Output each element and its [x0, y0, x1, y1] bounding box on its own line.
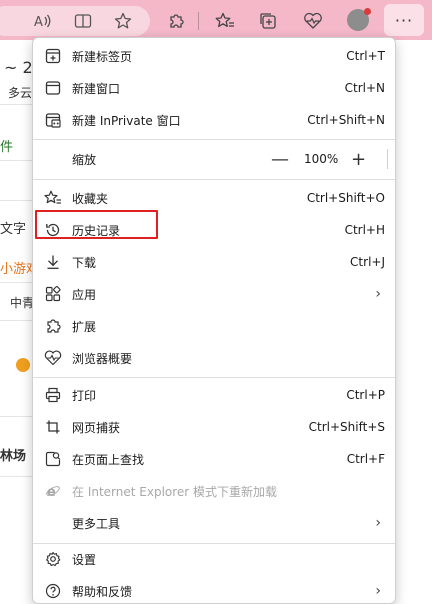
menu-item-new-inprivate-window[interactable]: 新建 InPrivate 窗口 Ctrl+Shift+N	[33, 104, 395, 136]
menu-item-label: 在页面上查找	[72, 452, 145, 467]
menu-separator	[33, 179, 395, 180]
favorite-star-icon[interactable]	[110, 8, 136, 34]
menu-item-shortcut: Ctrl+P	[346, 388, 385, 402]
menu-item-label: 新建窗口	[72, 81, 121, 96]
new-tab-icon	[44, 47, 62, 65]
chevron-right-icon: ›	[375, 286, 381, 302]
ie-mode-icon: e	[44, 482, 62, 500]
chevron-right-icon: ›	[375, 515, 381, 531]
divider	[0, 282, 36, 283]
inprivate-icon	[44, 111, 62, 129]
menu-item-apps[interactable]: 应用 ›	[33, 278, 395, 310]
menu-item-shortcut: Ctrl+J	[350, 255, 385, 269]
favorites-icon	[44, 189, 62, 207]
profile-icon[interactable]	[347, 8, 371, 31]
divider	[0, 476, 36, 477]
more-icon[interactable]: ···	[384, 4, 424, 36]
weather-desc: 多云	[8, 86, 33, 100]
menu-item-shortcut: Ctrl+F	[346, 452, 385, 466]
extensions-icon[interactable]	[163, 8, 189, 34]
divider	[0, 160, 36, 161]
news-fragment[interactable]: 中青	[10, 294, 34, 311]
menu-item-shortcut: Ctrl+Shift+N	[307, 113, 385, 127]
menu-item-favorites[interactable]: 收藏夹 Ctrl+Shift+O	[33, 182, 395, 214]
menu-item-more-tools[interactable]: 更多工具 ›	[33, 507, 395, 539]
menu-item-label: 帮助和反馈	[72, 584, 133, 599]
settings-menu: 新建标签页 Ctrl+T 新建窗口 Ctrl+N 新建 InPrivate 窗口…	[32, 37, 396, 604]
divider	[0, 104, 36, 105]
zoom-in-button[interactable]: +	[351, 149, 366, 170]
favorites-icon[interactable]	[212, 8, 238, 34]
svg-text:A: A	[34, 15, 43, 29]
menu-item-extensions[interactable]: 扩展	[33, 310, 395, 342]
history-icon	[44, 221, 62, 239]
menu-item-label: 更多工具	[72, 516, 121, 531]
settings-icon	[44, 550, 62, 568]
zoom-level: 100%	[304, 152, 339, 166]
menu-item-label: 新建标签页	[72, 49, 133, 64]
menu-item-shortcut: Ctrl+Shift+O	[306, 191, 385, 205]
download-icon	[44, 253, 62, 271]
menu-item-label: 收藏夹	[72, 191, 109, 206]
divider	[0, 416, 36, 417]
menu-item-label: 扩展	[72, 319, 97, 334]
menu-item-zoom: 缩放 — 100% +	[33, 143, 395, 175]
text-fragment[interactable]: 文字	[0, 218, 26, 237]
chevron-right-icon: ›	[375, 583, 381, 599]
browser-toolbar: A ···	[0, 0, 432, 40]
game-logo-icon	[16, 358, 30, 372]
menu-item-label: 浏览器概要	[72, 351, 133, 366]
help-icon	[44, 582, 62, 600]
browser-essentials-icon	[44, 349, 62, 367]
menu-item-find-on-page[interactable]: 在页面上查找 Ctrl+F	[33, 443, 395, 475]
zoom-divider	[387, 149, 388, 169]
menu-item-shortcut: Ctrl+N	[344, 81, 385, 95]
menu-item-print[interactable]: 打印 Ctrl+P	[33, 379, 395, 411]
menu-item-label: 历史记录	[72, 223, 121, 238]
menu-item-history[interactable]: 历史记录 Ctrl+H	[33, 214, 395, 246]
print-icon	[44, 386, 62, 404]
menu-item-settings[interactable]: 设置	[33, 543, 395, 575]
menu-item-label: 打印	[72, 388, 97, 403]
menu-item-new-tab[interactable]: 新建标签页 Ctrl+T	[33, 40, 395, 72]
tab-fragment[interactable]: 件	[0, 136, 13, 155]
menu-item-shortcut: Ctrl+Shift+S	[308, 420, 385, 434]
collections-icon[interactable]	[255, 8, 281, 34]
menu-item-new-window[interactable]: 新建窗口 Ctrl+N	[33, 72, 395, 104]
zoom-label: 缩放	[72, 152, 97, 167]
menu-separator	[33, 139, 395, 140]
read-aloud-icon[interactable]: A	[30, 8, 56, 34]
browser-essentials-icon[interactable]	[300, 8, 326, 34]
split-screen-icon[interactable]	[70, 8, 96, 34]
menu-item-web-capture[interactable]: 网页捕获 Ctrl+Shift+S	[33, 411, 395, 443]
toolbar-separator	[198, 12, 199, 30]
menu-item-ie-mode-reload: e 在 Internet Explorer 模式下重新加载	[33, 475, 395, 507]
menu-item-label: 在 Internet Explorer 模式下重新加载	[72, 484, 278, 499]
divider	[0, 320, 36, 321]
menu-separator	[33, 377, 395, 378]
zoom-out-button[interactable]: —	[271, 149, 289, 170]
menu-item-browser-essentials[interactable]: 浏览器概要	[33, 342, 395, 374]
divider	[0, 200, 36, 201]
extensions-icon	[44, 317, 62, 335]
menu-item-label: 应用	[72, 287, 97, 302]
web-capture-icon	[44, 418, 62, 436]
menu-item-label: 设置	[72, 552, 97, 567]
menu-item-help-feedback[interactable]: 帮助和反馈 ›	[33, 575, 395, 603]
menu-item-shortcut: Ctrl+H	[344, 223, 385, 237]
new-window-icon	[44, 79, 62, 97]
menu-item-downloads[interactable]: 下载 Ctrl+J	[33, 246, 395, 278]
menu-item-label: 网页捕获	[72, 420, 121, 435]
find-icon	[44, 450, 62, 468]
apps-icon	[44, 285, 62, 303]
menu-item-label: 下载	[72, 255, 97, 270]
menu-item-label: 新建 InPrivate 窗口	[72, 113, 181, 128]
section-heading: 林场	[0, 449, 27, 464]
menu-item-shortcut: Ctrl+T	[346, 49, 385, 63]
